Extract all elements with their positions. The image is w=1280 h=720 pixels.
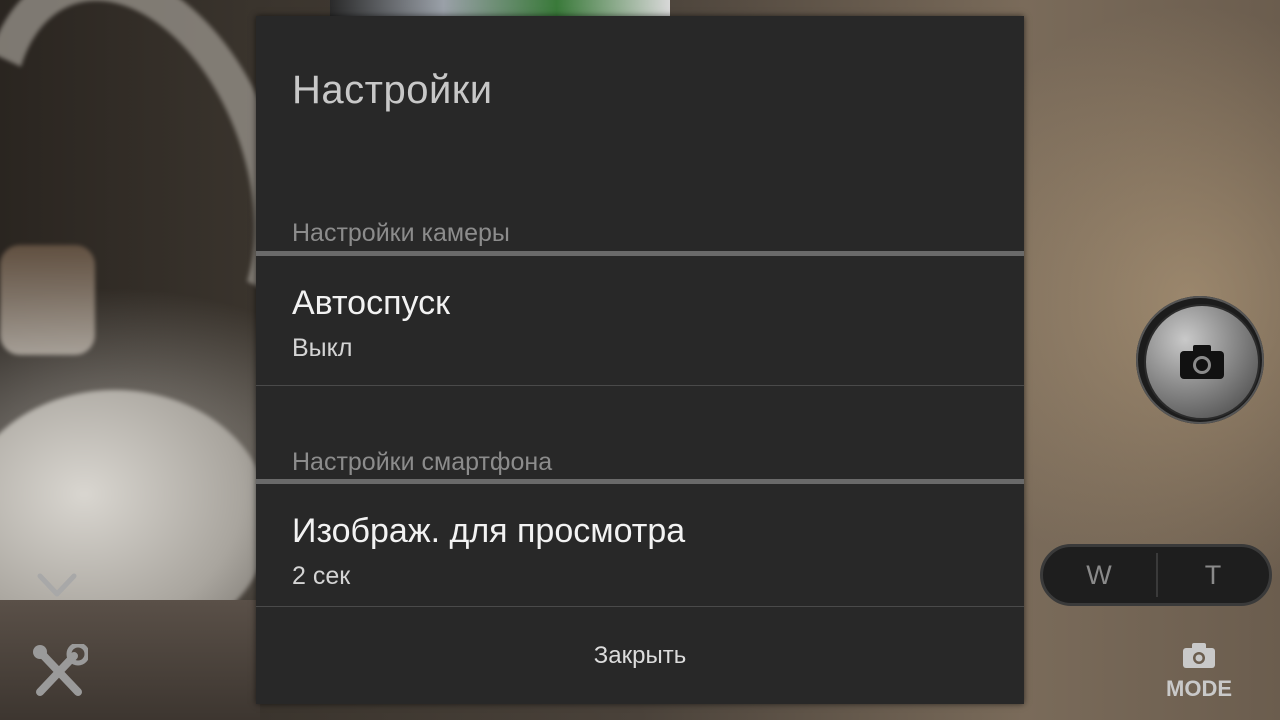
zoom-tele-button[interactable]: T <box>1157 547 1269 603</box>
list-divider <box>256 385 1024 386</box>
tools-button[interactable] <box>30 642 90 700</box>
pref-summary: 2 сек <box>292 562 351 590</box>
shutter-button[interactable] <box>1136 296 1264 424</box>
close-button[interactable]: Закрыть <box>256 607 1024 704</box>
mode-camera-icon <box>1183 643 1215 668</box>
section-header-camera: Настройки камеры <box>292 219 510 247</box>
camera-icon <box>1180 345 1224 379</box>
pref-title: Изображ. для просмотра <box>292 512 686 550</box>
zoom-wide-button[interactable]: W <box>1043 547 1155 603</box>
mode-label: MODE <box>1166 676 1232 701</box>
settings-dialog: Настройки Настройки камеры Автоспуск Вык… <box>256 16 1024 704</box>
viewfinder-kettle-lid <box>0 245 95 355</box>
dialog-title: Настройки <box>292 68 493 112</box>
mode-button[interactable]: MODE <box>1160 640 1238 704</box>
pref-summary: Выкл <box>292 334 353 362</box>
collapse-chevron-button[interactable] <box>36 568 78 604</box>
tools-icon <box>33 642 90 696</box>
shutter-face <box>1144 304 1260 420</box>
pref-preview-image[interactable]: Изображ. для просмотра 2 сек <box>256 484 1024 611</box>
chevron-down-icon <box>37 573 77 597</box>
section-header-smartphone: Настройки смартфона <box>292 448 553 476</box>
pref-title: Автоспуск <box>292 284 450 322</box>
zoom-control: W T <box>1040 544 1272 606</box>
pref-self-timer[interactable]: Автоспуск Выкл <box>256 256 1024 383</box>
